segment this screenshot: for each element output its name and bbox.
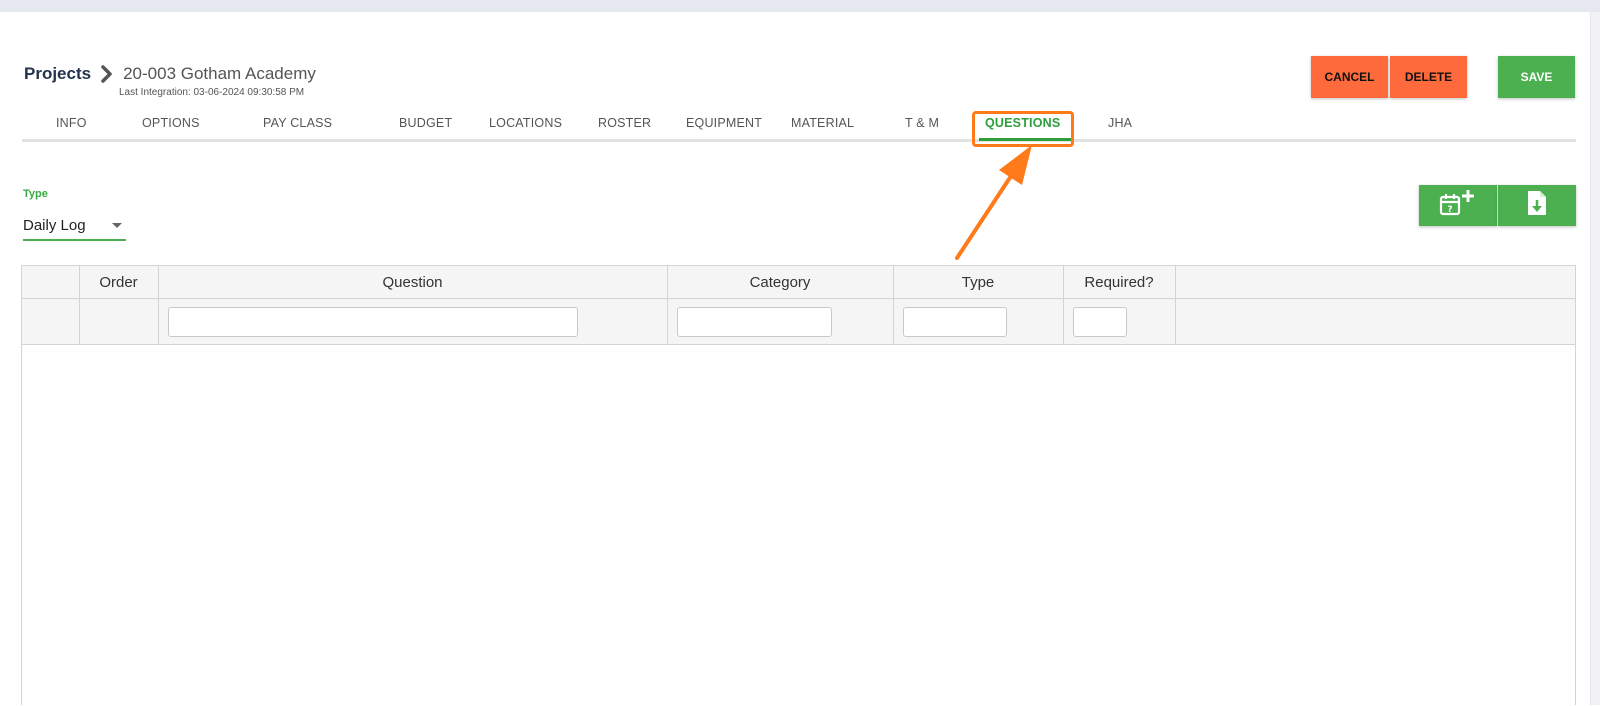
caret-down-icon <box>112 222 122 228</box>
tab-jha[interactable]: JHA <box>1108 116 1132 130</box>
type-filter-label: Type <box>23 188 48 200</box>
category-filter-input[interactable] <box>677 307 832 337</box>
file-download-icon <box>1526 189 1548 222</box>
header-select[interactable] <box>22 266 79 299</box>
chevron-right-icon <box>97 64 117 84</box>
page-title: 20-003 Gotham Academy <box>123 64 316 83</box>
header-category[interactable]: Category <box>667 266 893 299</box>
cancel-button[interactable]: CANCEL <box>1311 56 1388 98</box>
delete-button[interactable]: DELETE <box>1390 56 1467 98</box>
grid-header-row: Order Question Category Type Required? <box>22 266 1575 299</box>
tab-roster[interactable]: ROSTER <box>598 116 651 130</box>
add-question-button[interactable]: ? <box>1419 185 1497 226</box>
header-actions <box>1175 266 1575 299</box>
column-divider <box>158 266 159 345</box>
grid-filter-row <box>22 299 1575 345</box>
tab-info[interactable]: INFO <box>56 116 87 130</box>
column-divider <box>1063 266 1064 345</box>
breadcrumb-projects-link[interactable]: Projects <box>24 64 91 84</box>
column-divider <box>1175 266 1176 345</box>
grid-body-empty <box>22 346 1575 706</box>
tab-equipment[interactable]: EQUIPMENT <box>686 116 762 130</box>
tab-t-and-m[interactable]: T & M <box>905 116 939 130</box>
tab-pay-class[interactable]: PAY CLASS <box>263 116 332 130</box>
type-filter-input[interactable] <box>903 307 1007 337</box>
questions-grid: Order Question Category Type Required? <box>21 265 1576 706</box>
tab-budget[interactable]: BUDGET <box>399 116 452 130</box>
calendar-question-add-icon: ? <box>1438 188 1478 223</box>
header-order[interactable]: Order <box>79 266 158 299</box>
breadcrumb: Projects 20-003 Gotham Academy <box>24 64 316 84</box>
svg-text:?: ? <box>1447 205 1452 215</box>
type-select-value: Daily Log <box>23 216 86 234</box>
question-filter-input[interactable] <box>168 307 578 337</box>
header-type[interactable]: Type <box>893 266 1063 299</box>
column-divider <box>79 266 80 345</box>
tab-divider <box>22 139 1576 142</box>
tab-locations[interactable]: LOCATIONS <box>489 116 562 130</box>
export-button[interactable] <box>1498 185 1576 226</box>
header-question[interactable]: Question <box>158 266 667 299</box>
header-required[interactable]: Required? <box>1063 266 1175 299</box>
type-select[interactable]: Daily Log <box>23 211 126 241</box>
required-filter-input[interactable] <box>1073 307 1127 337</box>
last-integration-text: Last Integration: 03-06-2024 09:30:58 PM <box>119 87 305 98</box>
top-bar <box>0 0 1600 12</box>
save-button[interactable]: SAVE <box>1498 56 1575 98</box>
tab-options[interactable]: OPTIONS <box>142 116 200 130</box>
tab-material[interactable]: MATERIAL <box>791 116 854 130</box>
annotation-highlight-box <box>972 111 1074 147</box>
tab-bar: INFO OPTIONS PAY CLASS BUDGET LOCATIONS … <box>22 108 1576 142</box>
column-divider <box>667 266 668 345</box>
column-divider <box>893 266 894 345</box>
page-scrollbar[interactable] <box>1590 12 1600 705</box>
